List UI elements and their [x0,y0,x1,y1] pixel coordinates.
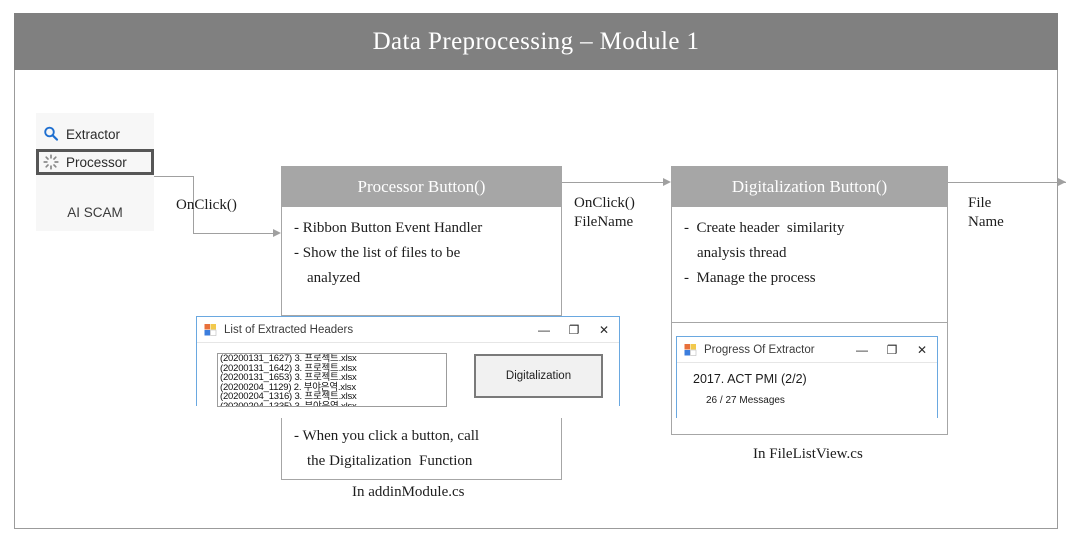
process-box-processor-button: Processor Button() - Ribbon Button Event… [281,166,562,316]
app-window-icon [684,343,697,356]
file-listbox[interactable]: (20200131_1627) 3. 프로젝트.xlsx (20200131_1… [217,353,447,407]
progress-message-count: 26 / 27 Messages [706,395,785,406]
dialog-body: 2017. ACT PMI (2/2) 26 / 27 Messages [677,363,937,418]
connector-segment [154,176,194,177]
digitalization-button[interactable]: Digitalization [474,354,603,398]
connector-label-line: Name [968,214,1004,230]
connector-arrowhead [663,178,671,186]
connector-arrowhead [1058,178,1066,186]
connector-label-onclick-filename: OnClick() FileName [574,194,635,232]
connector-segment [948,182,1066,183]
ribbon-item-extractor[interactable]: Extractor [36,121,154,147]
dialog-title: List of Extracted Headers [224,323,354,336]
page-title: Data Preprocessing – Module 1 [372,27,700,55]
close-icon[interactable]: ✕ [589,323,619,337]
process-box-line: - Manage the process [684,270,816,286]
ribbon-panel: Extractor Processor AI SCAM [36,113,154,231]
connector-label-file-name: File Name [968,194,1004,232]
maximize-icon[interactable]: ❐ [559,323,589,337]
minimize-icon[interactable]: — [847,343,877,357]
ribbon-item-label: Extractor [66,126,121,142]
list-item[interactable]: (20200204_1335) 3. 부야은역.xlsx [218,402,446,406]
dialog-list-of-extracted-headers: List of Extracted Headers — ❐ ✕ (2020013… [196,316,620,407]
dialog-titlebar[interactable]: Progress Of Extractor — ❐ ✕ [677,337,937,363]
magnifier-icon [42,125,60,143]
dialog-titlebar[interactable]: List of Extracted Headers — ❐ ✕ [197,317,619,343]
process-box-digitalization-button: Digitalization Button() - Create header … [671,166,948,323]
process-box-line: analysis thread [697,245,787,261]
caption-addin-module: In addinModule.cs [352,484,465,500]
ribbon-group-label: AI SCAM [67,205,123,220]
close-icon[interactable]: ✕ [907,343,937,357]
maximize-icon[interactable]: ❐ [877,343,907,357]
dialog-window-controls: — ❐ ✕ [529,323,619,337]
slide-canvas: Data Preprocessing – Module 1 Extractor [0,0,1074,545]
app-window-icon [204,323,217,336]
process-box-line: - When you click a button, call [294,428,480,444]
ribbon-item-processor[interactable]: Processor [36,149,154,175]
connector-segment [562,182,664,183]
connector-label-line: OnClick() [574,195,635,211]
spinner-icon [42,153,60,171]
process-box-body: - Ribbon Button Event Handler - Show the… [282,207,561,297]
connector-arrowhead [273,229,281,237]
ribbon-item-label: Processor [66,154,127,170]
dialog-progress-of-extractor: Progress Of Extractor — ❐ ✕ 2017. ACT PM… [676,336,938,418]
caption-filelistview: In FileListView.cs [753,446,863,462]
process-box-line: - Show the list of files to be [294,245,461,261]
process-box-line: - Ribbon Button Event Handler [294,220,483,236]
dialog-body: (20200131_1627) 3. 프로젝트.xlsx (20200131_1… [197,343,619,407]
dialog-window-controls: — ❐ ✕ [847,343,937,357]
process-box-line: - Create header similarity [684,220,845,236]
process-box-line: analyzed [307,270,361,286]
connector-label-onclick: OnClick() [176,197,237,213]
process-box-line: the Digitalization Function [307,453,473,469]
minimize-icon[interactable]: — [529,323,559,337]
title-banner: Data Preprocessing – Module 1 [14,13,1058,70]
connector-label-line: File [968,195,992,211]
connector-label-line: FileName [574,214,634,230]
connector-segment [193,233,274,234]
process-box-header: Processor Button() [282,167,561,207]
process-box-header: Digitalization Button() [672,167,947,207]
dialog-title: Progress Of Extractor [704,343,815,356]
process-box-note: - When you click a button, call the Digi… [281,418,562,480]
process-box-body: - Create header similarity analysis thre… [672,207,947,297]
progress-current-item: 2017. ACT PMI (2/2) [693,372,807,386]
